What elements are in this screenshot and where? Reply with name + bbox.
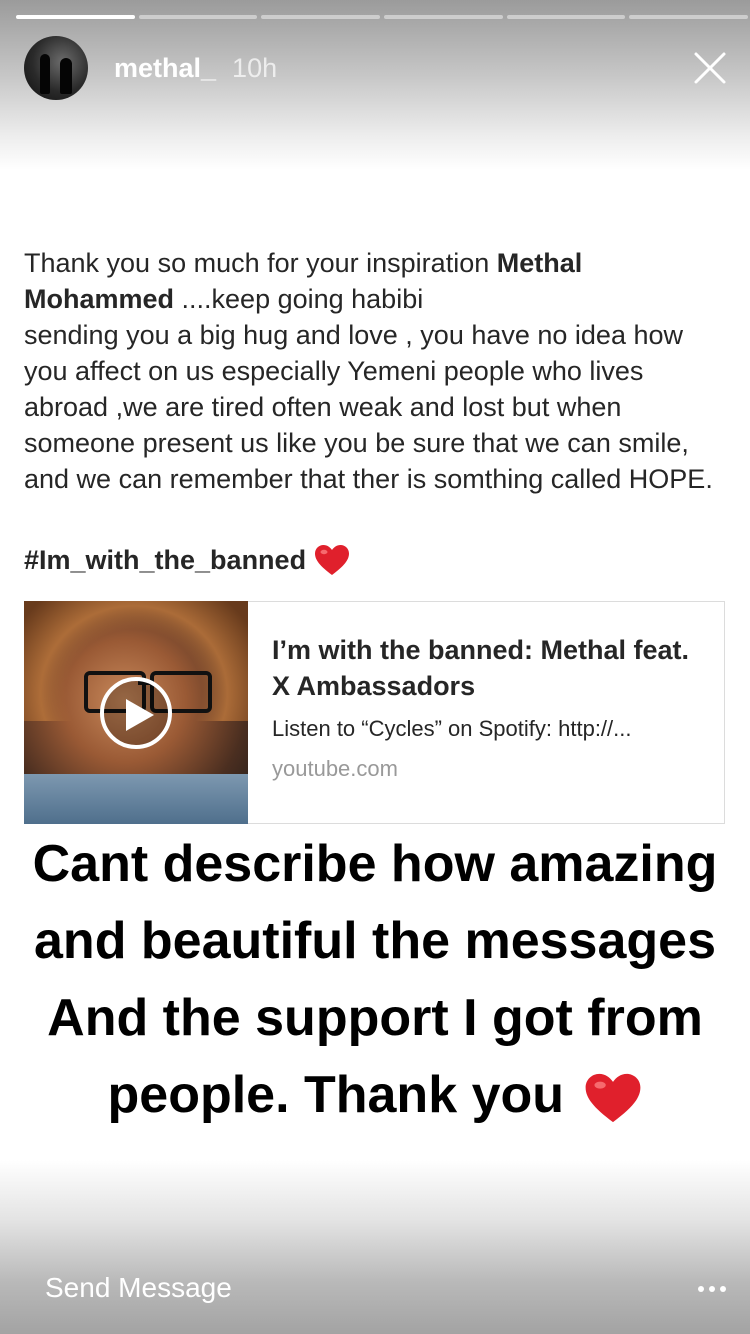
close-icon[interactable] xyxy=(692,50,728,86)
heart-icon xyxy=(586,1074,641,1123)
link-description: Listen to “Cycles” on Spotify: http://..… xyxy=(272,716,632,741)
link-preview-card[interactable]: I’m with the banned: Methal feat. X Amba… xyxy=(24,601,725,824)
story-header: methal_ 10h xyxy=(24,36,726,100)
link-title[interactable]: I’m with the banned: Methal feat. X Amba… xyxy=(272,632,700,704)
post-text: Thank you so much for your inspiration M… xyxy=(24,245,734,497)
progress-segment xyxy=(16,15,135,19)
video-thumbnail[interactable] xyxy=(24,601,248,824)
story-text-overlay: Cant describe how amazing and beautiful … xyxy=(30,826,720,1134)
link-card-body: I’m with the banned: Methal feat. X Amba… xyxy=(248,602,724,823)
progress-segment xyxy=(261,15,381,19)
hashtag-line: #Im_with_the_banned xyxy=(24,540,350,580)
story-progress-bar xyxy=(16,15,749,19)
link-domain: youtube.com xyxy=(272,756,398,781)
send-message-button[interactable]: Send Message xyxy=(45,1272,232,1304)
progress-segment xyxy=(506,15,626,19)
time-ago: 10h xyxy=(232,52,278,83)
username[interactable]: methal_ xyxy=(114,53,216,84)
progress-segment xyxy=(138,15,258,19)
bottom-gradient xyxy=(0,1160,750,1334)
post-intro: Thank you so much for your inspiration xyxy=(24,248,497,278)
hashtag-link[interactable]: #Im_with_the_banned xyxy=(24,545,306,576)
heart-icon xyxy=(315,545,350,575)
post-body: sending you a big hug and love , you hav… xyxy=(24,320,713,494)
play-icon[interactable] xyxy=(100,677,172,749)
progress-segment xyxy=(384,15,503,19)
progress-segment xyxy=(629,15,749,19)
post-intro-suffix: ....keep going habibi xyxy=(174,284,424,314)
avatar[interactable] xyxy=(24,36,88,100)
more-horizontal-icon[interactable] xyxy=(698,1282,728,1296)
